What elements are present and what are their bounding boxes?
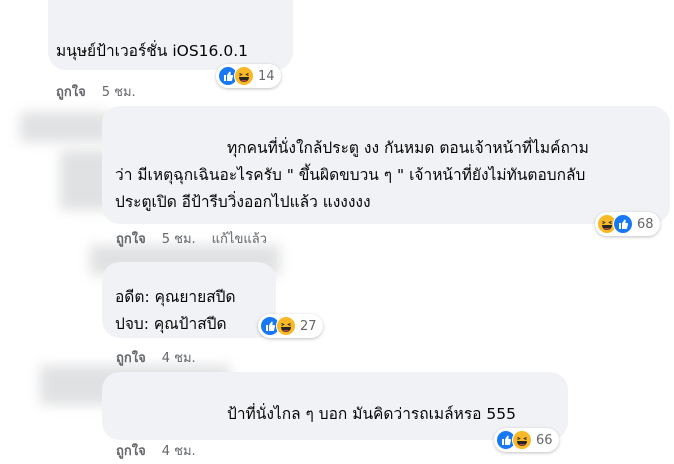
comment-text: มนุษย์ป้าเวอร์ชั่น iOS16.0.1 [56,42,248,60]
like-button[interactable]: ถูกใจ [116,444,146,459]
like-icon [613,214,633,234]
reaction-count: 14 [258,68,275,84]
comment-timestamp[interactable]: 4 ชม. [162,351,196,366]
edited-label[interactable]: แก้ไขแล้ว [212,232,267,247]
like-button[interactable]: ถูกใจ [116,232,146,247]
comment-text: ว่า มีเหตุฉุกเฉินอะไรครับ " ขึ้นผิดขบวน … [115,166,586,184]
reaction-summary[interactable]: 68 [595,212,660,236]
comment-bubble: อดีต: คุณยายสปีด ปจบ: คุณป้าสปีด [102,262,276,338]
reaction-count: 27 [300,318,317,334]
reaction-summary[interactable]: 27 [258,314,323,338]
comment-timestamp[interactable]: 4 ชม. [162,444,196,459]
haha-icon [234,66,254,86]
like-button[interactable]: ถูกใจ [56,85,86,100]
comment-text: ปจบ: คุณป้าสปีด [115,315,227,333]
comment-bubble: มนุษย์ป้าเวอร์ชั่น iOS16.0.1 [48,0,293,70]
reaction-summary[interactable]: 14 [216,64,281,88]
like-button[interactable]: ถูกใจ [116,351,146,366]
comment-actions: ถูกใจ 5 ชม. แก้ไขแล้ว [116,228,283,249]
reaction-count: 66 [536,432,553,448]
comment-text: ทุกคนที่นั่งใกล้ประตู งง กันหมด ตอนเจ้าห… [227,139,589,157]
comment-timestamp[interactable]: 5 ชม. [162,232,196,247]
haha-icon [512,430,532,450]
comment-text: ประตูเปิด อีป้ารีบวิ่งออกไปแล้ว แงงงงง [115,193,371,211]
comment-actions: ถูกใจ 4 ชม. [116,440,212,461]
blurred-avatar [20,112,110,142]
comment-text: อดีต: คุณยายสปีด [115,288,236,306]
comment-text: ป้าที่นั่งไกล ๆ บอก มันคิดว่ารถเมล์หรอ 5… [227,405,516,423]
haha-icon [276,316,296,336]
reaction-count: 68 [637,216,654,232]
comment-bubble: ทุกคนที่นั่งใกล้ประตู งง กันหมด ตอนเจ้าห… [102,106,670,224]
comment-actions: ถูกใจ 5 ชม. [56,81,152,102]
comment-timestamp[interactable]: 5 ชม. [102,85,136,100]
comment-actions: ถูกใจ 4 ชม. [116,347,212,368]
reaction-summary[interactable]: 66 [494,428,559,452]
